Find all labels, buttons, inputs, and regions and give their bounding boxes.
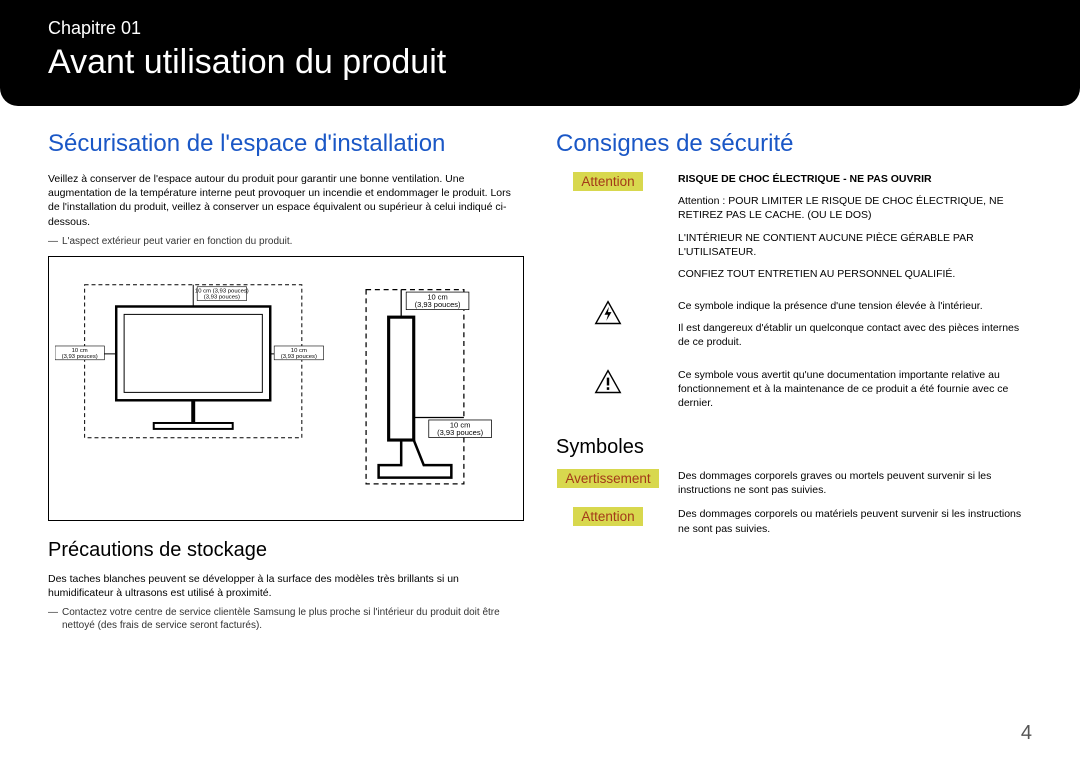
avertissement-badge: Avertissement	[557, 469, 658, 488]
shock-risk-title: RISQUE DE CHOC ÉLECTRIQUE - NE PAS OUVRI…	[678, 172, 1032, 186]
section-safety-title: Consignes de sécurité	[556, 130, 1032, 158]
symbols-title: Symboles	[556, 436, 1032, 459]
monitor-front-icon: 10 cm (3,93 pouces) (3,93 pouces) 10 cm …	[55, 267, 331, 455]
storage-note-text: Contactez votre centre de service client…	[62, 606, 524, 632]
left-column: Sécurisation de l'espace d'installation …	[48, 130, 524, 638]
shock-warn-p3: CONFIEZ TOUT ENTRETIEN AU PERSONNEL QUAL…	[678, 267, 1032, 281]
right-column: Consignes de sécurité Attention RISQUE D…	[556, 130, 1032, 638]
svg-text:(3,93 pouces): (3,93 pouces)	[62, 354, 98, 360]
chapter-label: Chapitre 01	[48, 18, 1032, 39]
svg-text:(3,93 pouces): (3,93 pouces)	[204, 294, 240, 300]
clearance-side-view: 10 cm (3,93 pouces) 10 cm (3,93 pouces)	[341, 267, 517, 510]
section-storage-title: Précautions de stockage	[48, 539, 524, 562]
storage-note: ― Contactez votre centre de service clie…	[48, 606, 524, 632]
svg-text:(3,93 pouces): (3,93 pouces)	[415, 300, 461, 309]
attention2-desc: Des dommages corporels ou matériels peuv…	[678, 507, 1032, 535]
storage-paragraph: Des taches blanches peuvent se développe…	[48, 572, 524, 600]
shock-warn-p1: Attention : POUR LIMITER LE RISQUE DE CH…	[678, 194, 1032, 222]
page-number: 4	[1021, 722, 1032, 745]
avertissement-desc: Des dommages corporels graves ou mortels…	[678, 469, 1032, 497]
clearance-figure: 10 cm (3,93 pouces) (3,93 pouces) 10 cm …	[48, 256, 524, 521]
svg-text:(3,93 pouces): (3,93 pouces)	[281, 354, 317, 360]
avertissement-row: Avertissement Des dommages corporels gra…	[556, 469, 1032, 497]
section-installation-title: Sécurisation de l'espace d'installation	[48, 130, 524, 158]
installation-note-text: L'aspect extérieur peut varier en foncti…	[62, 235, 292, 248]
shock-symbol-block: Ce symbole indique la présence d'une ten…	[556, 299, 1032, 358]
chapter-banner: Chapitre 01 Avant utilisation du produit	[0, 0, 1080, 106]
page-body: Sécurisation de l'espace d'installation …	[0, 106, 1080, 638]
chapter-title: Avant utilisation du produit	[48, 43, 1032, 82]
shock-warn-p2: L'INTÉRIEUR NE CONTIENT AUCUNE PIÈCE GÉR…	[678, 231, 1032, 259]
clearance-front-view: 10 cm (3,93 pouces) (3,93 pouces) 10 cm …	[55, 267, 331, 510]
note-dash-icon: ―	[48, 606, 58, 632]
attention-block: Attention RISQUE DE CHOC ÉLECTRIQUE - NE…	[556, 172, 1032, 289]
monitor-side-icon: 10 cm (3,93 pouces) 10 cm (3,93 pouces)	[341, 267, 517, 505]
note-dash-icon: ―	[48, 235, 58, 248]
installation-paragraph: Veillez à conserver de l'espace autour d…	[48, 172, 524, 229]
svg-text:(3,93 pouces): (3,93 pouces)	[438, 428, 484, 437]
high-voltage-icon	[594, 299, 622, 327]
attention2-badge: Attention	[573, 507, 642, 526]
installation-note: ― L'aspect extérieur peut varier en fonc…	[48, 235, 524, 248]
attention-badge: Attention	[573, 172, 642, 191]
shock-symbol-p2: Il est dangereux d'établir un quelconque…	[678, 321, 1032, 349]
exclamation-symbol-p1: Ce symbole vous avertit qu'une documenta…	[678, 368, 1032, 411]
shock-symbol-p1: Ce symbole indique la présence d'une ten…	[678, 299, 1032, 313]
attention2-row: Attention Des dommages corporels ou maté…	[556, 507, 1032, 535]
exclamation-symbol-block: Ce symbole vous avertit qu'une documenta…	[556, 368, 1032, 419]
exclamation-icon	[594, 368, 622, 396]
